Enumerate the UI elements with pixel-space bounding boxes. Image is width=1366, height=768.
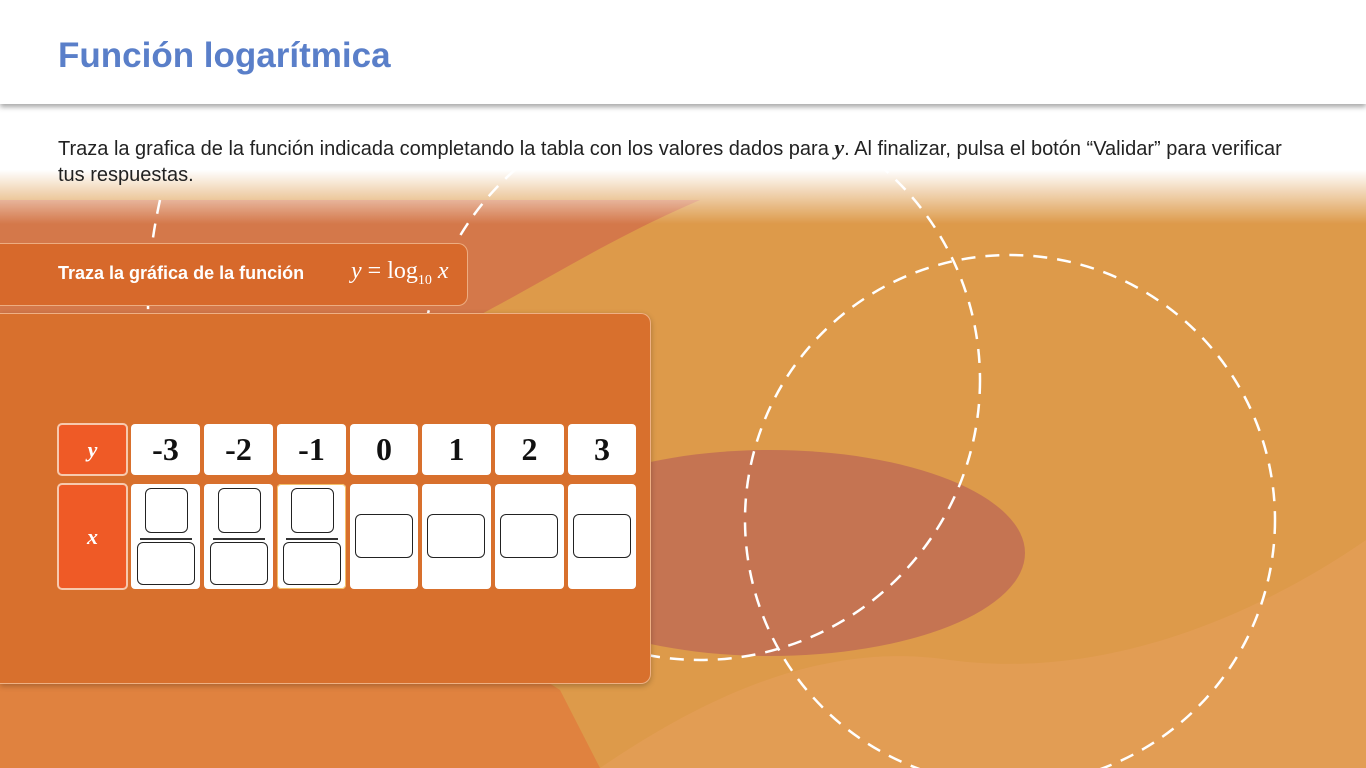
x-input[interactable] <box>573 514 631 558</box>
fraction-bar <box>213 538 265 540</box>
formula-y: y <box>351 258 362 284</box>
y-value-cell: -3 <box>131 424 200 475</box>
x-answer-cell <box>204 484 273 589</box>
instructions-part-1: Traza la grafica de la función indicada … <box>58 138 835 160</box>
x-answer-cell <box>350 484 418 589</box>
y-value-cell: 2 <box>495 424 564 475</box>
task-label: Traza la gráfica de la función y = log10… <box>0 243 468 306</box>
y-header-cell: y <box>57 423 128 476</box>
fraction-bar <box>286 538 338 540</box>
formula-base: 10 <box>417 273 432 288</box>
page-title: Función logarítmica <box>58 36 391 75</box>
denominator-input[interactable] <box>283 542 341 585</box>
denominator-input[interactable] <box>137 542 195 585</box>
y-value-cell: -2 <box>204 424 273 475</box>
denominator-input[interactable] <box>210 542 268 585</box>
instructions-text: Traza la grafica de la función indicada … <box>58 135 1308 188</box>
x-answer-cell <box>568 484 636 589</box>
formula-x: x <box>431 258 449 284</box>
numerator-input[interactable] <box>218 488 261 533</box>
x-answer-cell <box>277 484 346 589</box>
x-header-cell: x <box>57 483 128 590</box>
function-formula: y = log10 x <box>351 258 449 289</box>
x-input[interactable] <box>427 514 485 558</box>
x-answer-cell <box>422 484 491 589</box>
x-answer-cell <box>131 484 200 589</box>
page-header: Función logarítmica <box>0 0 1366 104</box>
y-value-cell: 1 <box>422 424 491 475</box>
task-label-text: Traza la gráfica de la función <box>58 263 305 283</box>
y-value-cell: 3 <box>568 424 636 475</box>
fraction-bar <box>140 538 192 540</box>
x-input[interactable] <box>355 514 413 558</box>
numerator-input[interactable] <box>145 488 188 533</box>
instructions-variable: y <box>834 135 845 160</box>
formula-eq: = log <box>361 258 418 284</box>
y-value-cell: 0 <box>350 424 418 475</box>
x-input[interactable] <box>500 514 558 558</box>
y-value-cell: -1 <box>277 424 346 475</box>
numerator-input[interactable] <box>291 488 334 533</box>
x-answer-cell <box>495 484 564 589</box>
